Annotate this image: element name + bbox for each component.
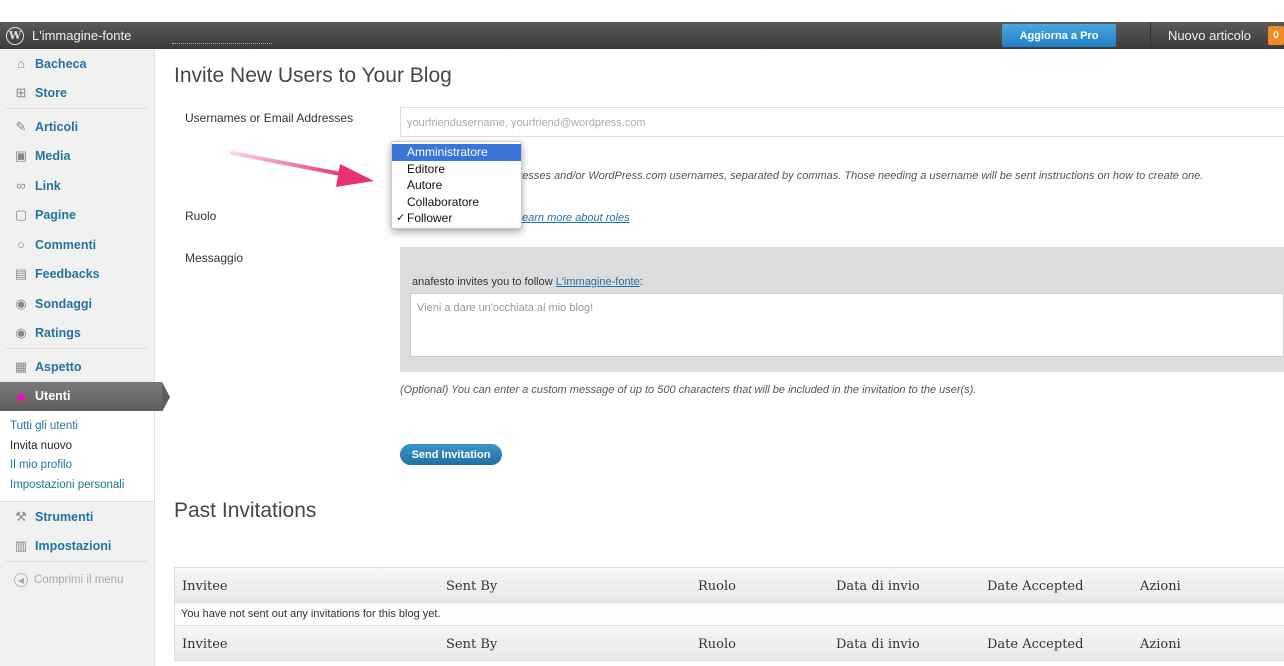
checkmark-icon: ✓ bbox=[396, 212, 406, 224]
users-icon: ☻ bbox=[14, 388, 28, 404]
column-header-actions: Azioni bbox=[1140, 579, 1181, 594]
role-option-author[interactable]: Autore bbox=[392, 177, 521, 194]
sidebar-item-aspetto[interactable]: ▦ Aspetto bbox=[0, 352, 154, 382]
home-icon: ⌂ bbox=[17, 56, 25, 72]
poll-icon: ◉ bbox=[15, 295, 27, 311]
message-intro: anafesto invites you to follow L'immagin… bbox=[412, 276, 643, 288]
column-header-invitee[interactable]: Invitee bbox=[182, 579, 228, 594]
wordpress-logo[interactable]: W bbox=[0, 22, 30, 49]
role-option-follower[interactable]: ✓ Follower bbox=[392, 210, 521, 227]
collapse-menu-button[interactable]: ◀ Comprimi il menu bbox=[0, 565, 154, 595]
annotation-arrow-icon bbox=[230, 151, 374, 187]
site-name-link[interactable]: L'immagine-fonte bbox=[30, 28, 141, 43]
comment-icon: ○ bbox=[17, 237, 25, 253]
send-invitation-button[interactable]: Send Invitation bbox=[400, 444, 502, 465]
link-icon: ∞ bbox=[16, 178, 26, 194]
invitations-table: Invitee Sent By Ruolo Data di invio Date… bbox=[174, 567, 1284, 661]
submenu-item-personal-settings[interactable]: Impostazioni personali bbox=[10, 476, 154, 496]
sidebar-item-feedbacks[interactable]: ▤ Feedbacks bbox=[0, 260, 154, 290]
upgrade-button[interactable]: Aggiorna a Pro bbox=[1002, 24, 1116, 47]
admin-bar: W L'immagine-fonte Aggiorna a Pro Nuovo … bbox=[0, 22, 1284, 49]
message-textarea[interactable]: Vieni a dare un'occhiata al mio blog! bbox=[410, 293, 1284, 357]
blog-link[interactable]: L'immagine-fonte bbox=[556, 276, 640, 288]
cart-icon: ⊞ bbox=[15, 85, 27, 101]
learn-roles-link[interactable]: earn more about roles bbox=[522, 212, 630, 224]
role-option-editor[interactable]: Editore bbox=[392, 161, 521, 178]
sidebar-item-link[interactable]: ∞ Link bbox=[0, 171, 154, 201]
rating-icon: ◉ bbox=[15, 325, 27, 341]
collapse-arrow-icon: ◀ bbox=[14, 573, 28, 587]
adminbar-search[interactable] bbox=[172, 27, 272, 44]
sidebar-item-media[interactable]: ▣ Media bbox=[0, 142, 154, 172]
message-panel: anafesto invites you to follow L'immagin… bbox=[400, 247, 1284, 372]
settings-icon: ▥ bbox=[14, 538, 28, 554]
page-icon: ▢ bbox=[14, 207, 28, 223]
notifications-badge[interactable]: 0 bbox=[1268, 26, 1284, 45]
main-content: Invite New Users to Your Blog Usernames … bbox=[156, 49, 1284, 666]
usernames-hint: ldresses and/or WordPress.com usernames,… bbox=[510, 170, 1204, 182]
column-header-date-accepted[interactable]: Date Accepted bbox=[987, 579, 1083, 594]
footer-column-date-accepted[interactable]: Date Accepted bbox=[987, 637, 1083, 652]
pin-icon: ✎ bbox=[15, 118, 27, 134]
sidebar-item-store[interactable]: ⊞ Store bbox=[0, 79, 154, 109]
footer-column-sent-by[interactable]: Sent By bbox=[446, 637, 497, 652]
message-label: Messaggio bbox=[185, 251, 244, 265]
submenu-item-my-profile[interactable]: Il mio profilo bbox=[10, 456, 154, 476]
table-header: Invitee Sent By Ruolo Data di invio Date… bbox=[174, 567, 1284, 603]
role-label: Ruolo bbox=[185, 209, 217, 223]
users-submenu: Tutti gli utenti Invita nuovo Il mio pro… bbox=[0, 411, 154, 502]
sidebar-item-sondaggi[interactable]: ◉ Sondaggi bbox=[0, 289, 154, 319]
role-option-contributor[interactable]: Collaboratore bbox=[392, 194, 521, 211]
column-header-sent-by[interactable]: Sent By bbox=[446, 579, 497, 594]
usernames-input[interactable]: yourfriendusername, yourfriend@wordpress… bbox=[400, 107, 1284, 137]
optional-note: (Optional) You can enter a custom messag… bbox=[400, 384, 977, 396]
usernames-label: Usernames or Email Addresses bbox=[185, 111, 354, 125]
column-header-sent-date[interactable]: Data di invio bbox=[836, 579, 920, 594]
sidebar-item-ratings[interactable]: ◉ Ratings bbox=[0, 319, 154, 349]
footer-column-sent-date[interactable]: Data di invio bbox=[836, 637, 920, 652]
page-title: Invite New Users to Your Blog bbox=[174, 64, 452, 87]
appearance-icon: ▦ bbox=[14, 358, 28, 374]
sidebar-item-bacheca[interactable]: ⌂ Bacheca bbox=[0, 49, 154, 79]
past-invitations-title: Past Invitations bbox=[174, 499, 317, 522]
admin-sidebar: ⌂ Bacheca ⊞ Store ✎ Articoli ▣ Media ∞ Link ▢… bbox=[0, 49, 170, 666]
footer-column-invitee[interactable]: Invitee bbox=[182, 637, 228, 652]
sidebar-item-commenti[interactable]: ○ Commenti bbox=[0, 230, 154, 260]
sidebar-item-articoli[interactable]: ✎ Articoli bbox=[0, 112, 154, 142]
footer-column-actions: Azioni bbox=[1140, 637, 1181, 652]
feedback-icon: ▤ bbox=[14, 266, 28, 282]
table-footer: Invitee Sent By Ruolo Data di invio Date… bbox=[174, 625, 1284, 661]
sidebar-item-impostazioni[interactable]: ▥ Impostazioni bbox=[0, 532, 154, 562]
sidebar-item-utenti[interactable]: ☻ Utenti bbox=[0, 381, 170, 411]
app-root: W L'immagine-fonte Aggiorna a Pro Nuovo … bbox=[0, 0, 1284, 666]
submenu-item-invite-new[interactable]: Invita nuovo bbox=[10, 437, 154, 457]
footer-column-role[interactable]: Ruolo bbox=[698, 637, 736, 652]
media-icon: ▣ bbox=[14, 148, 28, 164]
table-empty-message: You have not sent out any invitations fo… bbox=[174, 603, 1284, 625]
submenu-item-all-users[interactable]: Tutti gli utenti bbox=[10, 417, 154, 437]
wordpress-icon: W bbox=[6, 26, 24, 45]
role-dropdown-menu[interactable]: Amministratore Editore Autore Collaborat… bbox=[391, 141, 522, 229]
column-header-role[interactable]: Ruolo bbox=[698, 579, 736, 594]
sidebar-item-strumenti[interactable]: ⚒ Strumenti bbox=[0, 502, 154, 532]
role-option-administrator[interactable]: Amministratore bbox=[392, 144, 521, 161]
new-post-button[interactable]: Nuovo articolo bbox=[1150, 22, 1268, 49]
sidebar-item-pagine[interactable]: ▢ Pagine bbox=[0, 201, 154, 231]
tools-icon: ⚒ bbox=[15, 508, 27, 524]
